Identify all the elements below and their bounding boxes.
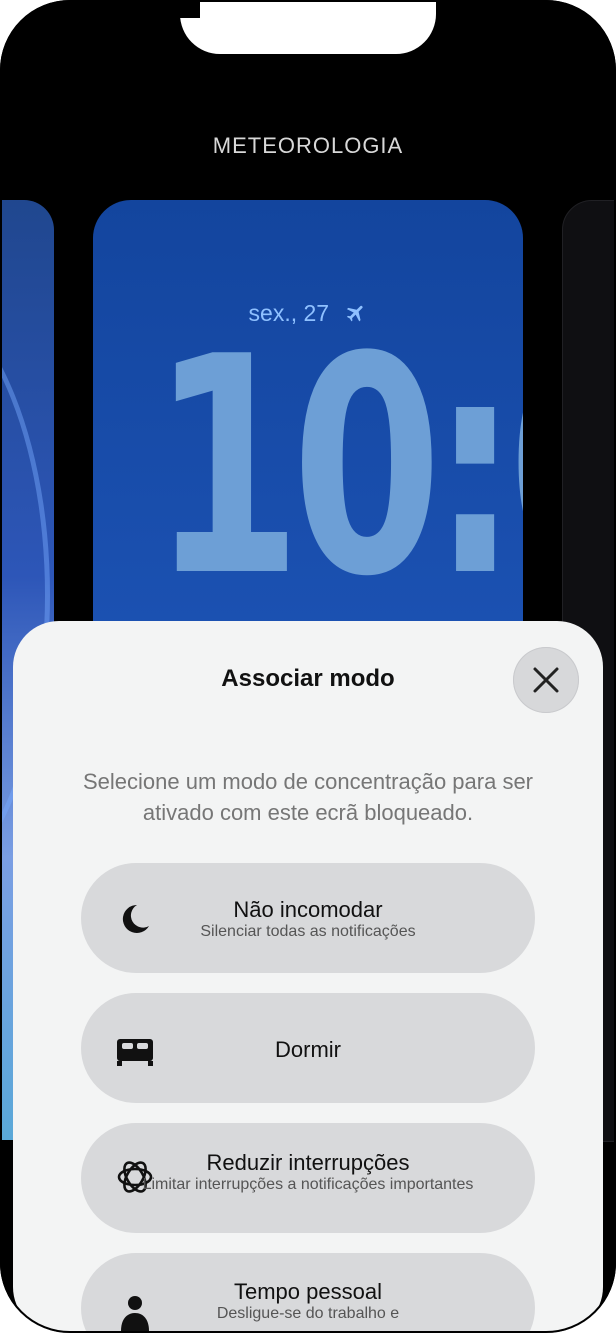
option-label: Tempo pessoal — [234, 1279, 382, 1304]
sheet-description: Selecione um modo de concentração para s… — [82, 769, 534, 825]
focus-option-personal-time[interactable]: Tempo pessoal Desligue-se do trabalho e — [81, 1253, 535, 1333]
option-subtitle: Desligue-se do trabalho e — [216, 1305, 400, 1322]
option-label: Dormir — [275, 1037, 341, 1062]
wallpaper-section-title: METEOROLOGIA — [212, 133, 404, 158]
lockscreen-clock: 10:00 — [151, 293, 523, 642]
device-notch — [180, 0, 436, 54]
close-icon — [533, 667, 559, 693]
phone-screen: METEOROLOGIA sex., 27 10:00 Associar mod… — [0, 0, 616, 1333]
option-subtitle: Limitar interrupções a notificações impo… — [142, 1176, 474, 1193]
focus-option-sleep[interactable]: Dormir — [81, 993, 535, 1103]
focus-mode-sheet: Associar modo Selecione um modo de conce… — [13, 621, 603, 1333]
close-button[interactable] — [513, 647, 579, 713]
option-label: Reduzir interrupções — [206, 1150, 410, 1175]
focus-option-do-not-disturb[interactable]: Não incomodar Silenciar todas as notific… — [81, 863, 535, 973]
focus-option-reduce-interruptions[interactable]: Reduzir interrupções Limitar interrupçõe… — [81, 1123, 535, 1233]
option-label: Não incomodar — [233, 897, 383, 922]
option-subtitle: Silenciar todas as notificações — [200, 923, 416, 940]
